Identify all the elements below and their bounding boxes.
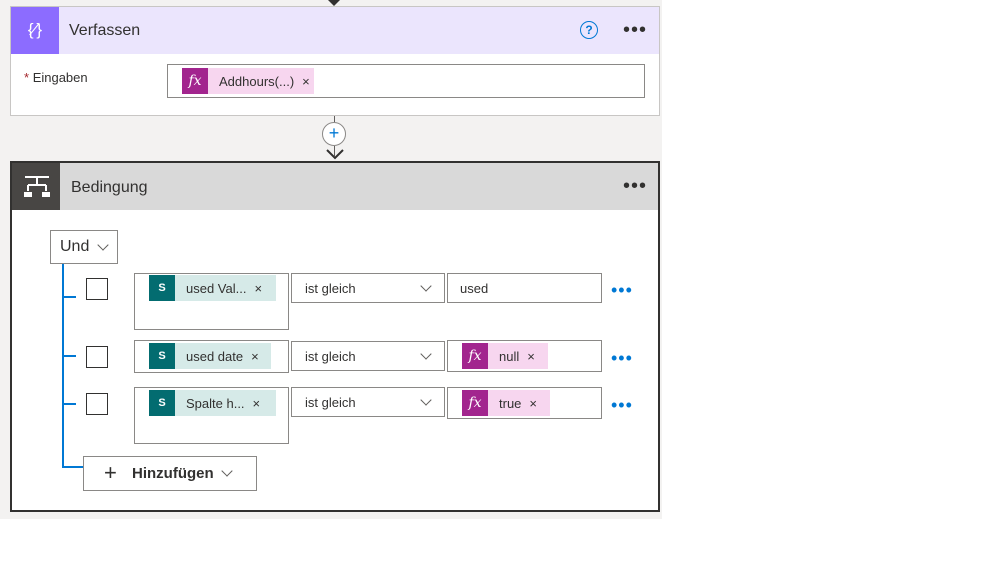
inputs-field-label: * Eingaben: [24, 70, 88, 85]
chevron-down-icon: [221, 465, 233, 477]
token-remove-icon[interactable]: ×: [527, 349, 541, 364]
add-condition-button[interactable]: + Hinzufügen: [83, 456, 257, 491]
sharepoint-token[interactable]: S used Val... ×: [149, 275, 276, 301]
token-remove-icon[interactable]: ×: [251, 349, 265, 364]
sharepoint-icon: S: [149, 390, 175, 416]
row-select-checkbox[interactable]: [86, 278, 108, 300]
condition-left-operand[interactable]: S Spalte h... ×: [134, 387, 289, 444]
expression-token[interactable]: fx true ×: [462, 390, 550, 416]
condition-title: Bedingung: [71, 179, 148, 196]
condition-left-operand[interactable]: S used Val... ×: [134, 273, 289, 330]
fx-icon: fx: [182, 68, 208, 94]
sharepoint-token[interactable]: S used date ×: [149, 343, 271, 369]
row-select-checkbox[interactable]: [86, 346, 108, 368]
condition-more-options-icon[interactable]: •••: [623, 176, 647, 196]
condition-right-operand[interactable]: used: [447, 273, 602, 303]
insert-step-button[interactable]: +: [322, 122, 346, 146]
token-label: null: [499, 348, 520, 364]
token-remove-icon[interactable]: ×: [302, 74, 316, 89]
required-marker: *: [24, 70, 30, 85]
compose-braces-icon: {∕}: [11, 7, 59, 54]
condition-operator-dropdown[interactable]: ist gleich: [291, 273, 445, 303]
condition-left-operand[interactable]: S used date ×: [134, 340, 289, 373]
token-label: used Val...: [186, 280, 247, 296]
operator-label: ist gleich: [305, 349, 356, 364]
row-more-options-icon[interactable]: •••: [611, 396, 633, 414]
fx-icon: fx: [462, 390, 488, 416]
token-remove-icon[interactable]: ×: [529, 396, 543, 411]
row-connector-line: [62, 296, 76, 298]
row-connector-line: [62, 355, 76, 357]
sharepoint-icon: S: [149, 275, 175, 301]
compose-action-card[interactable]: {∕} Verfassen ? ••• * Eingaben fx Addhou…: [10, 6, 660, 116]
group-tree-line: [62, 264, 64, 466]
group-operator-label: Und: [60, 238, 90, 255]
token-remove-icon[interactable]: ×: [254, 281, 268, 296]
condition-branch-icon: [12, 163, 60, 210]
row-more-options-icon[interactable]: •••: [611, 281, 633, 299]
row-connector-line: [62, 403, 76, 405]
compose-card-header[interactable]: {∕} Verfassen ? •••: [11, 7, 659, 54]
group-operator-dropdown[interactable]: Und: [50, 230, 118, 264]
inputs-field[interactable]: fx Addhours(...) ×: [167, 64, 645, 98]
compose-more-options-icon[interactable]: •••: [623, 20, 647, 40]
question-circle-icon[interactable]: ?: [580, 21, 598, 39]
sharepoint-token[interactable]: S Spalte h... ×: [149, 390, 276, 416]
condition-operator-dropdown[interactable]: ist gleich: [291, 341, 445, 371]
condition-right-operand[interactable]: fx null ×: [447, 340, 602, 372]
expression-token[interactable]: fx null ×: [462, 343, 548, 369]
condition-card-header[interactable]: Bedingung •••: [12, 163, 658, 210]
right-operand-value: used: [460, 281, 489, 296]
compose-title: Verfassen: [69, 22, 141, 39]
add-button-label: Hinzufügen: [132, 465, 214, 482]
down-arrow-icon: [326, 149, 344, 160]
condition-operator-dropdown[interactable]: ist gleich: [291, 387, 445, 417]
token-remove-icon[interactable]: ×: [253, 396, 267, 411]
chevron-down-icon: [420, 394, 432, 406]
chevron-down-icon: [97, 239, 109, 251]
condition-action-card[interactable]: Bedingung ••• Und S used Val... × ist gl…: [10, 161, 660, 512]
operator-label: ist gleich: [305, 395, 356, 410]
plus-icon: +: [104, 460, 117, 485]
expression-token[interactable]: fx Addhours(...) ×: [182, 68, 314, 94]
token-label: Spalte h...: [186, 395, 245, 411]
chevron-down-icon: [420, 280, 432, 292]
token-label: true: [499, 395, 522, 411]
add-connector-line: [62, 466, 83, 468]
row-more-options-icon[interactable]: •••: [611, 349, 633, 367]
flow-canvas: {∕} Verfassen ? ••• * Eingaben fx Addhou…: [0, 0, 662, 519]
chevron-down-icon: [420, 348, 432, 360]
token-label: used date: [186, 348, 244, 364]
sharepoint-icon: S: [149, 343, 175, 369]
operator-label: ist gleich: [305, 281, 356, 296]
inputs-label-text: Eingaben: [32, 70, 88, 85]
fx-icon: fx: [462, 343, 488, 369]
token-label: Addhours(...): [219, 73, 295, 89]
condition-right-operand[interactable]: fx true ×: [447, 387, 602, 419]
row-select-checkbox[interactable]: [86, 393, 108, 415]
